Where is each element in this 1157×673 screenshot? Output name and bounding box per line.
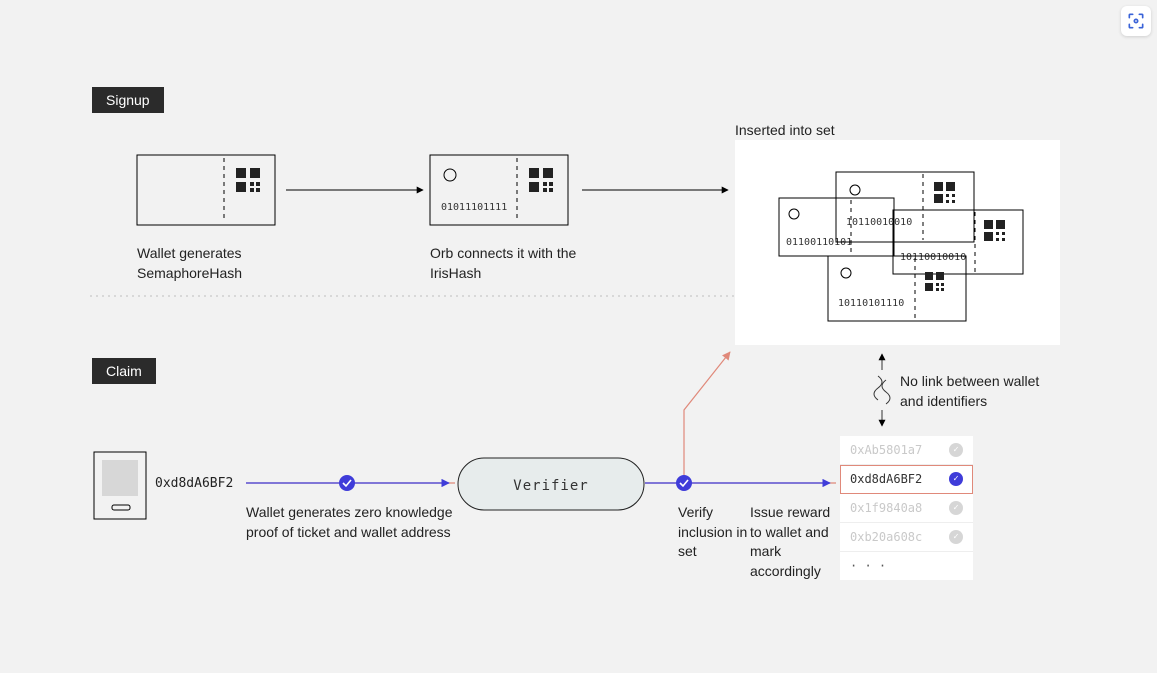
address-value: 0xAb5801a7 (850, 443, 922, 457)
check-on-icon: ✓ (949, 472, 963, 486)
card-orb: 01011101111 (430, 155, 568, 225)
card-semaphore (137, 155, 275, 225)
verifier-pill: Verifier (458, 458, 644, 510)
svg-text:10110010010: 10110010010 (900, 252, 966, 263)
address-row: 0xAb5801a7 ✓ (840, 436, 973, 465)
address-row-more: · · · (840, 552, 973, 580)
diagram-root: Signup Claim Wallet generates SemaphoreH… (0, 0, 1157, 673)
address-row: 0x1f9840a8 ✓ (840, 494, 973, 523)
svg-text:01011101111: 01011101111 (441, 202, 507, 213)
no-link-icon (874, 354, 890, 426)
check-icon-right (676, 475, 692, 491)
phone-icon (94, 452, 146, 519)
diagram-svg: 01011101111 01100110101 10110010010 (0, 0, 1157, 673)
qr-icon (236, 168, 260, 192)
address-value: 0x1f9840a8 (850, 501, 922, 515)
svg-text:10110010010: 10110010010 (846, 217, 912, 228)
address-row: 0xd8dA6BF2 ✓ (840, 465, 973, 494)
check-icon-left (339, 475, 355, 491)
address-list: 0xAb5801a7 ✓ 0xd8dA6BF2 ✓ 0x1f9840a8 ✓ 0… (840, 436, 973, 580)
address-row: 0xb20a608c ✓ (840, 523, 973, 552)
check-off-icon: ✓ (949, 501, 963, 515)
check-off-icon: ✓ (949, 443, 963, 457)
address-value: 0xd8dA6BF2 (850, 472, 922, 486)
svg-text:Verifier: Verifier (513, 478, 588, 494)
ellipsis-label: · · · (850, 559, 886, 573)
check-off-icon: ✓ (949, 530, 963, 544)
qr-icon (529, 168, 553, 192)
address-value: 0xb20a608c (850, 530, 922, 544)
svg-text:10110101110: 10110101110 (838, 298, 904, 309)
